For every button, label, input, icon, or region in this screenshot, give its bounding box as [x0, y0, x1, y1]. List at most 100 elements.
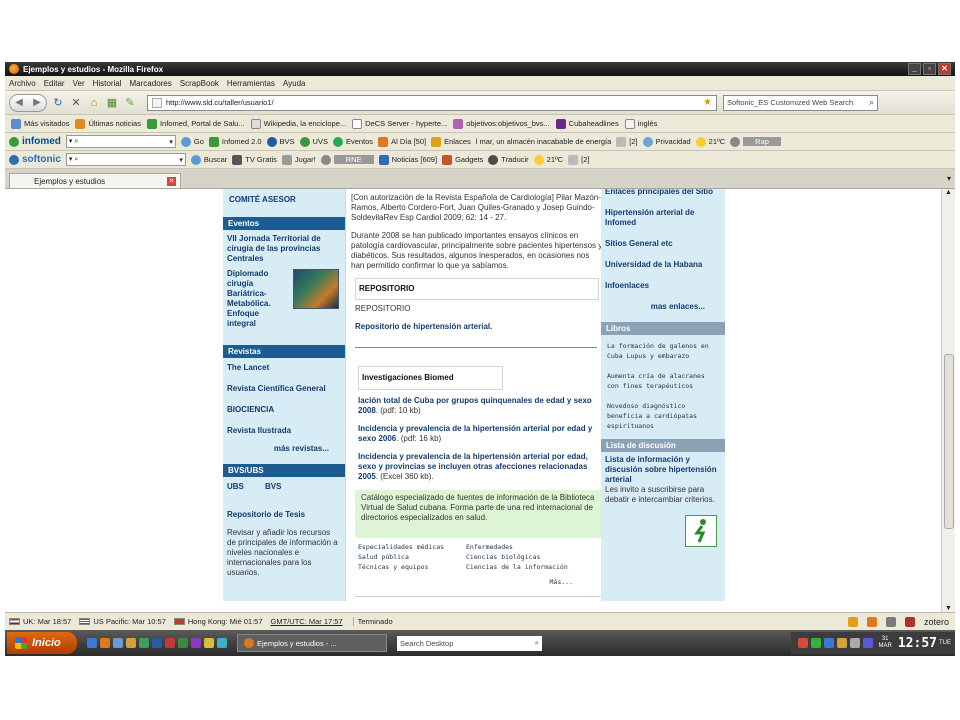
cat-salud-publica-link[interactable]: Salud pública [358, 552, 466, 562]
aldia-button[interactable]: Al Día [50] [378, 136, 426, 147]
quicklaunch-messenger-icon[interactable] [217, 638, 227, 648]
bookmark-star-icon[interactable]: ★ [703, 97, 712, 108]
bookmark-infomed[interactable]: Infomed, Portal de Salu... [146, 118, 245, 129]
libro-1-link[interactable]: La formación de galenos en Cuba Lupus y … [601, 341, 725, 361]
maximize-button[interactable]: ▫ [923, 63, 936, 75]
bookmark-ultimas-noticias[interactable]: Últimas noticias [75, 118, 141, 129]
back-button[interactable]: ◀ [10, 95, 28, 111]
vertical-scrollbar[interactable]: ▲ ▼ [941, 189, 955, 612]
revista-ilustrada-link[interactable]: Revista Ilustrada [223, 426, 345, 436]
tv-gratis-button[interactable]: TV Gratis [232, 154, 277, 165]
start-button[interactable]: Inicio [7, 632, 77, 654]
scrollbar-thumb[interactable] [944, 354, 954, 529]
link-hta-infomed[interactable]: Hipertensión arterial de Infomed [601, 208, 725, 228]
evento-diplomado-link[interactable]: Diplomado cirugía Bariátrica-Metabólica.… [223, 269, 293, 329]
clock-hong-kong[interactable]: Hong Kong: Mié 01:57 [188, 617, 263, 626]
url-bar[interactable]: http://www.sld.cu/taller/usuario1/ ★ [147, 94, 717, 111]
revista-lancet-link[interactable]: The Lancet [223, 363, 345, 373]
libro-3-link[interactable]: Novedoso diagnóstico beneficia a cardióp… [601, 401, 725, 431]
tab-ejemplos-y-estudios[interactable]: Ejemplos y estudios ✕ [9, 172, 181, 188]
softonic-search-input[interactable]: ▾ ⌕ ▾ [65, 153, 186, 166]
quicklaunch-firefox-icon[interactable] [100, 638, 110, 648]
menu-scrapbook[interactable]: ScrapBook [176, 79, 223, 88]
enlaces-button[interactable]: Enlaces [431, 136, 471, 147]
mas-enlaces-link[interactable]: mas enlaces... [601, 302, 725, 312]
tray-bluetooth-icon[interactable] [823, 638, 834, 648]
reload-icon[interactable]: ↻ [51, 96, 65, 110]
addon-icon[interactable] [885, 616, 896, 627]
zotero-button[interactable]: zotero [924, 617, 949, 627]
scroll-down-icon[interactable]: ▼ [942, 605, 955, 612]
menu-ver[interactable]: Ver [69, 79, 89, 88]
quicklaunch-notes-icon[interactable] [204, 638, 214, 648]
tray-volume-icon[interactable] [849, 638, 860, 648]
tray-app-icon[interactable] [862, 638, 873, 648]
search-icon[interactable]: ⌕ [869, 97, 874, 108]
weather-button[interactable]: 21ºC [695, 136, 725, 147]
addon-edit-icon[interactable] [847, 616, 858, 627]
link-sitios-general[interactable]: Sitios General etc [601, 239, 725, 249]
desktop-search-input[interactable]: Search Desktop ⌕ [397, 635, 542, 651]
quicklaunch-ie-icon[interactable] [87, 638, 97, 648]
rss-icon[interactable] [866, 616, 877, 627]
comite-asesor-link[interactable]: COMITÉ ASESOR [223, 195, 345, 205]
home-icon[interactable]: ⌂ [87, 96, 101, 110]
cat-tecnicas-link[interactable]: Técnicas y equipos [358, 562, 466, 572]
bvs-link[interactable]: BVS [261, 482, 285, 492]
tray-antivirus-icon[interactable] [797, 638, 808, 648]
stop-icon[interactable]: ✕ [69, 96, 83, 110]
infomed-go-button[interactable]: Go [180, 136, 204, 147]
radio-player[interactable]: Rap [730, 136, 781, 147]
search-input[interactable]: Softonic_ES Customized Web Search ⌕ [723, 94, 878, 111]
bookmark-mas-visitados[interactable]: Más visitados [11, 118, 69, 129]
weather-softonic-button[interactable]: 21ºC [533, 154, 563, 165]
quicklaunch-excel-icon[interactable] [178, 638, 188, 648]
bvs-button[interactable]: BVS [266, 136, 295, 147]
radio-rne-player[interactable]: RNE [320, 154, 374, 165]
quicklaunch-word-icon[interactable] [152, 638, 162, 648]
mas-revistas-link[interactable]: más revistas... [223, 444, 345, 454]
minimize-button[interactable]: _ [908, 63, 921, 75]
traducir-button[interactable]: Traducir [488, 154, 529, 165]
bookmark-ingles[interactable]: inglés [624, 118, 657, 129]
scrapbook-icon[interactable]: ▦ [105, 96, 119, 110]
close-window-button[interactable]: ✕ [938, 63, 951, 75]
repositorio-tesis-link[interactable]: Repositorio de Tesis [223, 510, 345, 520]
jugar-button[interactable]: Jugar! [281, 154, 316, 165]
tray-network-icon[interactable] [810, 638, 821, 648]
quicklaunch-app-icon[interactable] [139, 638, 149, 648]
bookmark-decs[interactable]: DeCS Server - hyperte... [352, 118, 447, 129]
pen-icon[interactable]: ✎ [123, 96, 137, 110]
tray-update-icon[interactable] [836, 638, 847, 648]
discussion-list-logo[interactable] [685, 515, 717, 547]
revista-cientifica-link[interactable]: Revista Científica General [223, 384, 345, 394]
infomed-search-input[interactable]: ▾ ⌕ ▾ [65, 135, 176, 148]
forward-button[interactable]: ▶ [28, 95, 46, 111]
search-icon[interactable]: ⌕ [535, 638, 539, 648]
quicklaunch-folder-icon[interactable] [126, 638, 136, 648]
lista-informacion-link[interactable]: Lista de información y discusión sobre h… [601, 455, 725, 485]
cat-ciencias-informacion-link[interactable]: Ciencias de la información [466, 562, 574, 572]
menu-ayuda[interactable]: Ayuda [279, 79, 310, 88]
cat-especialidades-link[interactable]: Especialidades médicas [358, 542, 466, 552]
bookmark-wikipedia[interactable]: Wikipedia, la enciclope... [250, 118, 346, 129]
quicklaunch-desktop-icon[interactable] [113, 638, 123, 648]
catalogo-mas-link[interactable]: Más... [349, 578, 573, 586]
softonic-mail-button[interactable]: [2] [568, 154, 590, 165]
diplomado-thumbnail[interactable] [293, 269, 339, 309]
uvs-button[interactable]: UVS [299, 136, 328, 147]
privacidad-button[interactable]: Privacidad [642, 136, 691, 147]
evento-vii-jornada-link[interactable]: VII Jornada Territorial de cirugía de la… [223, 234, 345, 264]
inv-hta-2006-link[interactable]: Incidencia y prevalencia de la hipertens… [358, 424, 592, 443]
buscar-button[interactable]: Buscar [190, 154, 227, 165]
menu-editar[interactable]: Editar [40, 79, 69, 88]
eventos-button[interactable]: Eventos [332, 136, 373, 147]
infomed-20-button[interactable]: Infomed 2.0 [208, 136, 262, 147]
gadgets-button[interactable]: Gadgets [442, 154, 483, 165]
noticias-button[interactable]: Noticias [609] [378, 154, 437, 165]
menu-herramientas[interactable]: Herramientas [223, 79, 279, 88]
menu-historial[interactable]: Historial [89, 79, 126, 88]
clock-uk[interactable]: UK: Mar 18:57 [23, 617, 71, 626]
link-infoenlaces[interactable]: Infoenlaces [601, 281, 725, 291]
clock-us-pacific[interactable]: US Pacific: Mar 10:57 [93, 617, 166, 626]
